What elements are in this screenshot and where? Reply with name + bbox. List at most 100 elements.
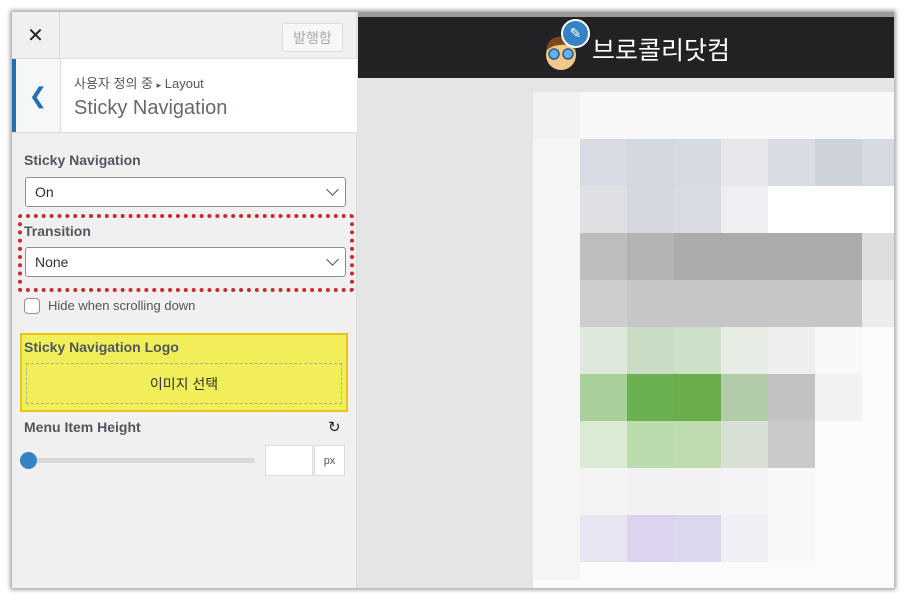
mosaic-block bbox=[768, 233, 815, 280]
mosaic-block bbox=[533, 421, 580, 468]
mosaic-block bbox=[580, 515, 627, 562]
chevron-down-icon bbox=[326, 253, 339, 266]
mosaic-block bbox=[674, 562, 721, 580]
mosaic-block bbox=[862, 139, 894, 186]
mosaic-block bbox=[815, 515, 862, 562]
select-image-button[interactable]: 이미지 선택 bbox=[26, 363, 342, 404]
site-title[interactable]: 브로콜리닷컴 bbox=[592, 31, 730, 67]
mosaic-block bbox=[721, 515, 768, 562]
mosaic-block bbox=[533, 327, 580, 374]
mosaic-block bbox=[580, 327, 627, 374]
menu-height-slider-handle[interactable] bbox=[20, 452, 37, 469]
mosaic-block bbox=[627, 515, 674, 562]
chevron-down-icon bbox=[326, 183, 339, 196]
customizer-topbar: ✕ 발행함 bbox=[12, 12, 357, 59]
menu-height-label: Menu Item Height bbox=[24, 419, 141, 435]
mosaic-block bbox=[627, 374, 674, 421]
mosaic-block bbox=[674, 139, 721, 186]
section-header: ❮ 사용자 정의 중 ▸ Layout Sticky Navigation bbox=[12, 59, 357, 133]
mosaic-block bbox=[674, 515, 721, 562]
page-title: Sticky Navigation bbox=[74, 97, 228, 119]
mosaic-block bbox=[580, 562, 627, 580]
mosaic-block bbox=[721, 233, 768, 280]
sticky-nav-label: Sticky Navigation bbox=[24, 152, 141, 168]
logo-control-highlight: Sticky Navigation Logo 이미지 선택 bbox=[20, 333, 348, 412]
mosaic-block bbox=[768, 515, 815, 562]
mosaic-block bbox=[721, 421, 768, 468]
mosaic-block bbox=[721, 186, 768, 233]
mosaic-block bbox=[533, 562, 580, 580]
mosaic-block bbox=[627, 280, 674, 327]
sticky-nav-select[interactable]: On bbox=[25, 177, 346, 207]
menu-height-slider-track[interactable] bbox=[26, 458, 255, 463]
mosaic-block bbox=[768, 562, 815, 580]
mosaic-block bbox=[815, 280, 862, 327]
mosaic-block bbox=[533, 468, 580, 515]
breadcrumb-separator: ▸ bbox=[156, 80, 162, 90]
mosaic-block bbox=[862, 421, 894, 468]
mosaic-block bbox=[580, 139, 627, 186]
blurred-content bbox=[533, 92, 894, 588]
mosaic-block bbox=[768, 280, 815, 327]
mosaic-block bbox=[627, 139, 674, 186]
sticky-nav-value: On bbox=[35, 184, 54, 200]
breadcrumb-current: Layout bbox=[164, 76, 204, 91]
reset-icon[interactable]: ↻ bbox=[328, 418, 341, 436]
mosaic-block bbox=[580, 92, 627, 139]
mosaic-block bbox=[627, 562, 674, 580]
mosaic-block bbox=[721, 92, 768, 139]
mosaic-block bbox=[815, 139, 862, 186]
mosaic-block bbox=[721, 468, 768, 515]
mosaic-block bbox=[533, 186, 580, 233]
mosaic-block bbox=[533, 139, 580, 186]
mosaic-block bbox=[580, 421, 627, 468]
mosaic-block bbox=[862, 92, 894, 139]
transition-select[interactable]: None bbox=[25, 247, 346, 277]
mosaic-block bbox=[627, 92, 674, 139]
transition-value: None bbox=[35, 254, 69, 270]
mosaic-block bbox=[674, 327, 721, 374]
close-icon[interactable]: ✕ bbox=[12, 12, 60, 59]
hide-scroll-checkbox[interactable] bbox=[24, 298, 40, 314]
mosaic-block bbox=[815, 468, 862, 515]
mosaic-block bbox=[815, 233, 862, 280]
breadcrumb: 사용자 정의 중 ▸ Layout bbox=[74, 73, 204, 92]
mosaic-block bbox=[627, 233, 674, 280]
mosaic-block bbox=[721, 280, 768, 327]
site-header: ✎ 브로콜리닷컴 bbox=[358, 12, 894, 78]
mosaic-block bbox=[721, 327, 768, 374]
mosaic-block bbox=[815, 327, 862, 374]
transition-label: Transition bbox=[24, 223, 91, 239]
mosaic-block bbox=[768, 327, 815, 374]
mosaic-block bbox=[580, 468, 627, 515]
edit-pencil-icon[interactable]: ✎ bbox=[561, 19, 590, 48]
mosaic-block bbox=[580, 186, 627, 233]
back-chevron-icon[interactable]: ❮ bbox=[12, 59, 61, 132]
mosaic-block bbox=[674, 280, 721, 327]
mosaic-block bbox=[815, 421, 862, 468]
mosaic-block bbox=[674, 186, 721, 233]
mosaic-block bbox=[533, 233, 580, 280]
mosaic-block bbox=[533, 515, 580, 562]
mosaic-block bbox=[533, 374, 580, 421]
mosaic-block bbox=[627, 327, 674, 374]
mosaic-block bbox=[768, 139, 815, 186]
logo-label: Sticky Navigation Logo bbox=[24, 339, 179, 355]
mosaic-block bbox=[721, 562, 768, 580]
hide-scroll-label: Hide when scrolling down bbox=[48, 298, 196, 313]
mosaic-block bbox=[674, 374, 721, 421]
mosaic-block bbox=[862, 562, 894, 580]
mosaic-block bbox=[580, 374, 627, 421]
mosaic-block bbox=[580, 233, 627, 280]
mosaic-block bbox=[674, 233, 721, 280]
mosaic-block bbox=[533, 92, 580, 139]
site-preview: ✎ 브로콜리닷컴 bbox=[358, 12, 894, 588]
mosaic-block bbox=[768, 421, 815, 468]
publish-button[interactable]: 발행함 bbox=[282, 23, 343, 52]
mosaic-block bbox=[580, 280, 627, 327]
mosaic-block bbox=[815, 562, 862, 580]
mosaic-block bbox=[674, 92, 721, 139]
mosaic-block bbox=[815, 92, 862, 139]
mosaic-block bbox=[768, 92, 815, 139]
menu-height-input[interactable] bbox=[265, 445, 313, 476]
